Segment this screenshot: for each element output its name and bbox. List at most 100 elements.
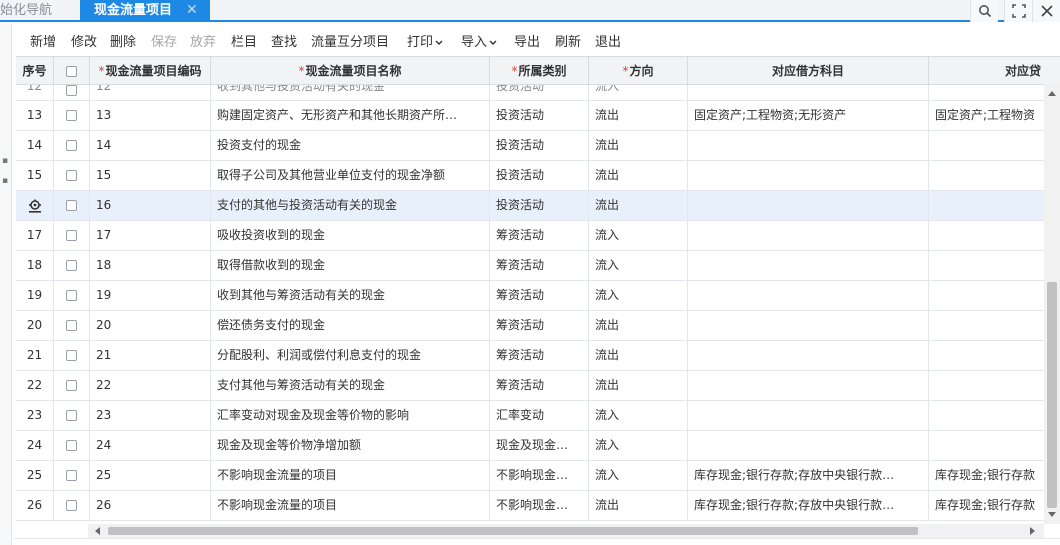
row-select-cell[interactable]	[54, 191, 90, 220]
row-select-cell[interactable]	[54, 311, 90, 340]
cell-credit[interactable]	[929, 161, 1060, 190]
cell-credit[interactable]	[929, 251, 1060, 280]
cell-seq[interactable]: 21	[16, 341, 54, 370]
cell-code[interactable]: 23	[90, 401, 211, 430]
cell-category[interactable]: 投资活动	[490, 131, 589, 160]
cell-name[interactable]: 不影响现金流量的项目	[211, 461, 490, 490]
tab-close-icon[interactable]: ✕	[186, 0, 198, 22]
table-row[interactable]: 22 22 支付其他与筹资活动有关的现金 筹资活动 流出	[16, 371, 1060, 401]
table-row[interactable]: 12 12 收到其他与投资活动有关的现金 投资活动 流入	[16, 85, 1060, 101]
row-checkbox[interactable]	[66, 470, 77, 481]
table-row[interactable]: 24 24 现金及现金等价物净增加额 现金及现金… 流入	[16, 431, 1060, 461]
cell-name[interactable]: 取得子公司及其他营业单位支付的现金净额	[211, 161, 490, 190]
cell-name[interactable]: 支付的其他与投资活动有关的现金	[211, 191, 490, 220]
cell-direction[interactable]: 流出	[589, 341, 688, 370]
cell-code[interactable]: 19	[90, 281, 211, 310]
cell-debit[interactable]: 固定资产;工程物资;无形资产	[688, 101, 929, 130]
cell-direction[interactable]: 流入	[589, 251, 688, 280]
cell-direction[interactable]: 流出	[589, 191, 688, 220]
cell-direction[interactable]: 流入	[589, 461, 688, 490]
cell-name[interactable]: 汇率变动对现金及现金等价物的影响	[211, 401, 490, 430]
row-checkbox[interactable]	[66, 350, 77, 361]
cell-debit[interactable]	[688, 161, 929, 190]
row-select-cell[interactable]	[54, 221, 90, 250]
find-button[interactable]: 查找	[271, 31, 297, 50]
cell-credit[interactable]: 库存现金;银行存款	[929, 461, 1060, 490]
header-direction[interactable]: *方向	[589, 57, 688, 85]
cell-direction[interactable]: 流入	[589, 85, 688, 100]
cell-category[interactable]: 投资活动	[490, 85, 589, 100]
cell-name[interactable]: 不影响现金流量的项目	[211, 491, 490, 520]
cell-name[interactable]: 吸收投资收到的现金	[211, 221, 490, 250]
cell-direction[interactable]: 流出	[589, 161, 688, 190]
cell-seq[interactable]: 22	[16, 371, 54, 400]
cell-code[interactable]: 15	[90, 161, 211, 190]
cell-debit[interactable]	[688, 221, 929, 250]
cell-credit[interactable]	[929, 401, 1060, 430]
row-select-cell[interactable]	[54, 85, 90, 100]
cell-seq[interactable]: 20	[16, 311, 54, 340]
cell-credit[interactable]: 固定资产;工程物资	[929, 101, 1060, 130]
row-checkbox[interactable]	[66, 85, 77, 96]
cell-code[interactable]: 17	[90, 221, 211, 250]
cell-direction[interactable]: 流出	[589, 311, 688, 340]
cell-debit[interactable]	[688, 85, 929, 100]
cell-name[interactable]: 购建固定资产、无形资产和其他长期资产所…	[211, 101, 490, 130]
row-settings-cell[interactable]	[16, 191, 54, 220]
cell-credit[interactable]	[929, 221, 1060, 250]
table-row[interactable]: 16 支付的其他与投资活动有关的现金 投资活动 流出	[16, 191, 1060, 221]
cell-code[interactable]: 16	[90, 191, 211, 220]
header-debit-account[interactable]: 对应借方科目	[688, 57, 929, 85]
cell-direction[interactable]: 流入	[589, 221, 688, 250]
columns-button[interactable]: 栏目	[231, 31, 257, 50]
table-row[interactable]: 19 19 收到其他与筹资活动有关的现金 筹资活动 流入	[16, 281, 1060, 311]
cell-direction[interactable]: 流出	[589, 491, 688, 520]
cell-code[interactable]: 20	[90, 311, 211, 340]
cell-debit[interactable]	[688, 401, 929, 430]
row-select-cell[interactable]	[54, 371, 90, 400]
cell-direction[interactable]: 流入	[589, 401, 688, 430]
cell-code[interactable]: 14	[90, 131, 211, 160]
table-row[interactable]: 14 14 投资支付的现金 投资活动 流出	[16, 131, 1060, 161]
cell-debit[interactable]	[688, 311, 929, 340]
cell-debit[interactable]	[688, 371, 929, 400]
add-button[interactable]: 新增	[30, 31, 56, 50]
cell-category[interactable]: 筹资活动	[490, 221, 589, 250]
print-button[interactable]: 打印	[407, 31, 443, 50]
cell-category[interactable]: 筹资活动	[490, 341, 589, 370]
left-collapsed-panel[interactable]: ▪ ▪	[0, 24, 12, 545]
cell-seq[interactable]: 19	[16, 281, 54, 310]
cell-code[interactable]: 24	[90, 431, 211, 460]
cell-credit[interactable]	[929, 311, 1060, 340]
row-checkbox[interactable]	[66, 110, 77, 121]
cell-debit[interactable]	[688, 431, 929, 460]
cell-category[interactable]: 筹资活动	[490, 311, 589, 340]
header-name[interactable]: *现金流量项目名称	[211, 57, 490, 85]
cell-debit[interactable]	[688, 251, 929, 280]
cell-seq[interactable]: 18	[16, 251, 54, 280]
cell-seq[interactable]: 26	[16, 491, 54, 520]
cell-debit[interactable]: 库存现金;银行存款;存放中央银行款…	[688, 461, 929, 490]
select-all-checkbox[interactable]	[66, 66, 77, 77]
refresh-button[interactable]: 刷新	[555, 31, 581, 50]
table-row[interactable]: 23 23 汇率变动对现金及现金等价物的影响 汇率变动 流入	[16, 401, 1060, 431]
row-select-cell[interactable]	[54, 101, 90, 130]
export-button[interactable]: 导出	[514, 31, 540, 50]
mutual-split-button[interactable]: 流量互分项目	[311, 31, 389, 50]
table-row[interactable]: 13 13 购建固定资产、无形资产和其他长期资产所… 投资活动 流出 固定资产;工程物资;…	[16, 101, 1060, 131]
cell-seq[interactable]: 25	[16, 461, 54, 490]
header-seq[interactable]: 序号	[16, 57, 54, 85]
table-row[interactable]: 17 17 吸收投资收到的现金 筹资活动 流入	[16, 221, 1060, 251]
cell-debit[interactable]	[688, 281, 929, 310]
gear-icon[interactable]	[28, 199, 42, 213]
cell-code[interactable]: 26	[90, 491, 211, 520]
row-checkbox[interactable]	[66, 440, 77, 451]
tab-init-nav[interactable]: 始化导航	[0, 2, 52, 20]
cell-category[interactable]: 汇率变动	[490, 401, 589, 430]
row-checkbox[interactable]	[66, 260, 77, 271]
cell-code[interactable]: 25	[90, 461, 211, 490]
save-button[interactable]: 保存	[151, 31, 177, 50]
cell-category[interactable]: 不影响现金…	[490, 461, 589, 490]
cell-name[interactable]: 分配股利、利润或偿付利息支付的现金	[211, 341, 490, 370]
cell-credit[interactable]: 库存现金;银行存款	[929, 491, 1060, 520]
